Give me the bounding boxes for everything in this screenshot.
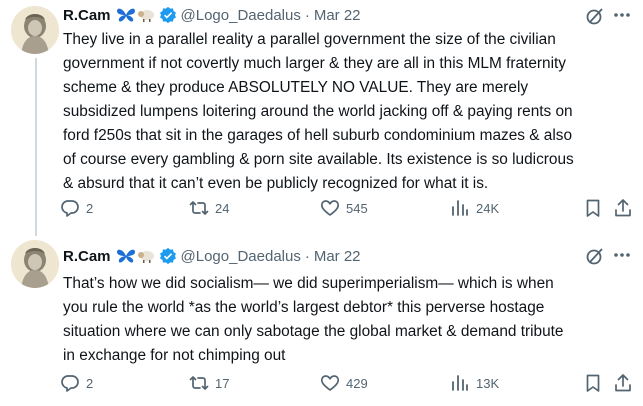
reply-button[interactable]: 2 — [60, 372, 93, 394]
author-handle[interactable]: @Logo_Daedalus — [181, 7, 301, 24]
bookmark-button[interactable] — [583, 372, 603, 394]
views-button[interactable]: 13K — [450, 372, 499, 394]
reply-count: 2 — [86, 200, 94, 216]
butterfly-icon — [116, 248, 136, 264]
avatar-statue-icon — [11, 240, 59, 288]
avatar[interactable] — [11, 240, 59, 288]
thread-line — [35, 58, 37, 230]
more-icon[interactable] — [611, 4, 633, 26]
like-button[interactable]: 429 — [320, 372, 368, 394]
like-icon — [320, 200, 340, 216]
reply-icon — [61, 200, 79, 217]
reply-icon — [61, 375, 79, 392]
share-button[interactable] — [613, 197, 633, 219]
views-button[interactable]: 24K — [450, 197, 499, 219]
tweet-text: That’s how we did socialism— we did supe… — [63, 275, 564, 364]
author-handle[interactable]: @Logo_Daedalus — [181, 248, 301, 265]
retweet-count: 24 — [215, 200, 230, 216]
tweet-header: R.Cam @Logo_Daedalus · Mar 22 — [63, 5, 361, 25]
retweet-button[interactable]: 17 — [189, 372, 229, 394]
tweet-date[interactable]: Mar 22 — [314, 7, 361, 24]
views-count: 13K — [476, 375, 500, 391]
separator: · — [304, 247, 310, 265]
tweet-actions: 2 24 545 24K — [60, 197, 635, 219]
like-count: 545 — [346, 200, 368, 216]
tweet-actions: 2 17 429 13K — [60, 372, 635, 394]
retweet-icon — [189, 201, 209, 215]
reply-count: 2 — [86, 375, 94, 391]
like-count: 429 — [346, 375, 368, 391]
verified-icon — [159, 247, 177, 265]
tweet-2[interactable]: R.Cam @Logo_Daedalus · Mar 22 That’s how… — [0, 230, 643, 406]
retweet-button[interactable]: 24 — [189, 197, 229, 219]
views-icon — [452, 375, 468, 391]
sheep-icon — [137, 7, 155, 23]
views-count: 24K — [476, 200, 500, 216]
sheep-icon — [137, 248, 155, 264]
like-button[interactable]: 545 — [320, 197, 368, 219]
verified-icon — [159, 6, 177, 24]
author-name[interactable]: R.Cam — [63, 248, 111, 265]
tweet-text: They live in a parallel reality a parall… — [63, 31, 574, 192]
share-button[interactable] — [613, 372, 633, 394]
separator: · — [304, 6, 310, 24]
like-icon — [320, 375, 340, 391]
bookmark-button[interactable] — [583, 197, 603, 219]
more-icon[interactable] — [611, 244, 633, 266]
views-icon — [452, 200, 468, 216]
bookmark-icon — [586, 199, 600, 217]
share-icon — [615, 374, 631, 392]
avatar[interactable] — [11, 6, 59, 54]
bookmark-icon — [586, 374, 600, 392]
reply-button[interactable]: 2 — [60, 197, 93, 219]
author-name[interactable]: R.Cam — [63, 7, 111, 24]
avatar-statue-icon — [11, 6, 59, 54]
tweet-1[interactable]: R.Cam @Logo_Daedalus · Mar 22 They live … — [0, 0, 643, 230]
retweet-count: 17 — [215, 375, 230, 391]
butterfly-icon — [116, 7, 136, 23]
tweet-date[interactable]: Mar 22 — [314, 248, 361, 265]
tweet-header: R.Cam @Logo_Daedalus · Mar 22 — [63, 246, 361, 266]
grok-icon[interactable] — [585, 246, 605, 266]
grok-icon[interactable] — [585, 6, 605, 26]
share-icon — [615, 199, 631, 217]
thread-line — [35, 230, 37, 236]
retweet-icon — [189, 376, 209, 390]
